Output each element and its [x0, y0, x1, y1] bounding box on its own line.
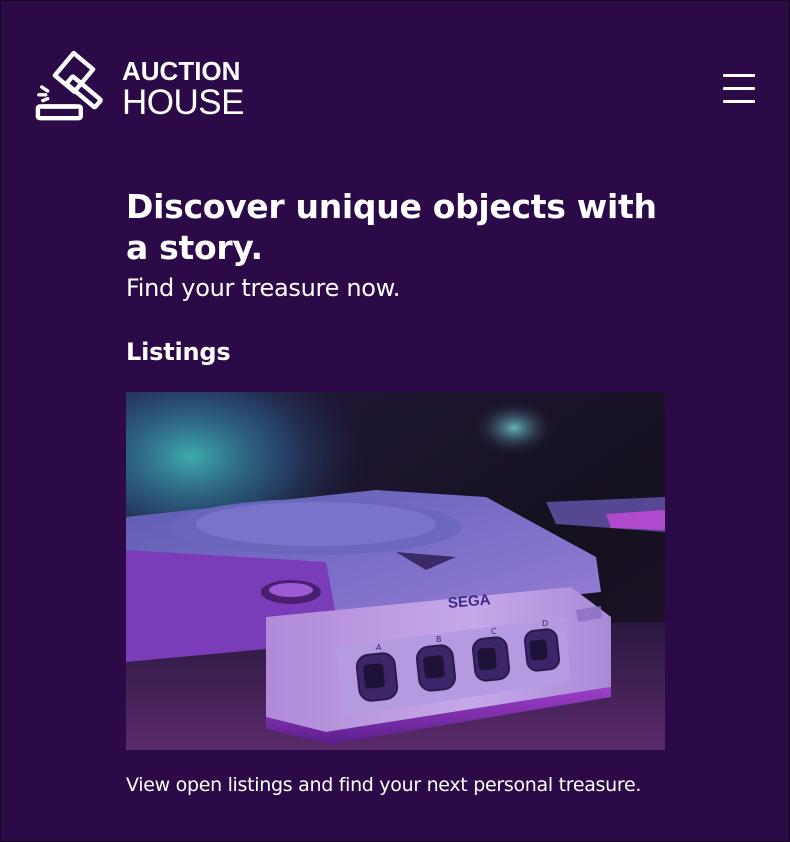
hamburger-menu-icon[interactable]	[722, 72, 756, 104]
hero-title: Discover unique objects with a story.	[126, 187, 657, 267]
gavel-icon	[35, 50, 103, 121]
main-content: Discover unique objects with a story. Fi…	[126, 186, 666, 798]
logo-link[interactable]: AUCTION HOUSE	[34, 48, 244, 126]
site-header: AUCTION HOUSE	[0, 0, 790, 140]
listings-heading: Listings	[126, 338, 231, 366]
menu-bar-top	[723, 74, 755, 77]
logo-wordmark: AUCTION HOUSE	[122, 54, 244, 120]
port-label-a: A	[376, 643, 382, 652]
menu-bar-middle	[723, 87, 755, 90]
hero-subtitle: Find your treasure now.	[126, 274, 401, 302]
console-image: A B C D SEGA	[126, 392, 665, 750]
logo-line-1: AUCTION	[122, 56, 241, 86]
listings-caption: View open listings and find your next pe…	[126, 774, 642, 796]
port-label-c: C	[491, 627, 497, 636]
listing-image-link[interactable]: A B C D SEGA	[126, 392, 665, 750]
logo-line-2: HOUSE	[122, 83, 244, 122]
menu-bar-bottom	[723, 100, 755, 103]
port-label-b: B	[436, 635, 442, 644]
port-label-d: D	[542, 619, 548, 628]
